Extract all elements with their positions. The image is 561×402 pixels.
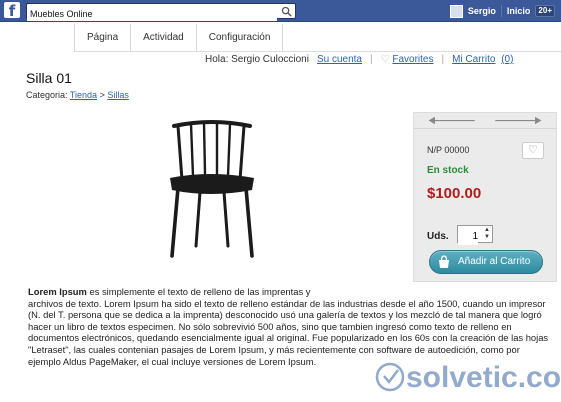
app-navigation: Página Actividad Configuración — [74, 24, 561, 52]
divider — [500, 5, 502, 17]
user-name-link[interactable]: Sergio — [468, 6, 496, 16]
watermark-text: solvetic.com — [406, 361, 560, 394]
quantity-stepper[interactable]: ▲▼ — [457, 225, 493, 245]
breadcrumb-separator: > — [99, 90, 105, 100]
favorite-heart-button[interactable]: ♡ — [522, 142, 544, 159]
category-label: Categoria: — [26, 90, 68, 100]
favorites-link[interactable]: Favorites — [392, 54, 433, 65]
image-navigation-arrows[interactable] — [414, 113, 556, 129]
breadcrumb-tienda[interactable]: Tienda — [70, 90, 97, 100]
cart-link-wrap[interactable]: Mi Carrito (0) — [452, 54, 513, 65]
shopping-bag-icon — [439, 255, 449, 268]
search-input[interactable] — [27, 7, 277, 21]
quantity-input[interactable] — [458, 228, 478, 245]
tab-actividad[interactable]: Actividad — [131, 24, 197, 51]
part-number: N/P 00000 — [427, 145, 470, 155]
tab-configuracion[interactable]: Configuración — [197, 24, 284, 51]
product-image — [170, 120, 254, 258]
divider: | — [441, 54, 445, 65]
favorites-link-wrap[interactable]: ♡ Favorites — [381, 54, 434, 65]
product-purchase-panel: N/P 00000 ♡ En stock $100.00 Uds. ▲▼ Aña… — [413, 112, 557, 282]
price: $100.00 — [427, 185, 482, 202]
heart-icon: ♡ — [528, 144, 538, 156]
quantity-label: Uds. — [427, 231, 449, 242]
avatar[interactable] — [449, 4, 463, 18]
description-lead: Lorem Ipsum — [28, 286, 87, 297]
stock-status: En stock — [427, 165, 469, 176]
home-link[interactable]: Inicio — [507, 6, 531, 16]
facebook-logo-icon[interactable]: f — [4, 2, 20, 20]
greeting-text: Hola: Sergio Culoccioni — [205, 54, 309, 65]
facebook-top-bar: f Sergio Inicio 20+ — [0, 0, 561, 22]
heart-icon: ♡ — [380, 54, 390, 65]
facebook-user-area: Sergio Inicio 20+ — [449, 4, 555, 18]
cart-count[interactable]: (0) — [501, 54, 513, 65]
product-title: Silla 01 — [26, 70, 72, 86]
breadcrumb: Categoria: Tienda > Sillas — [26, 90, 129, 100]
description-line1: es simplemente el texto de relleno de la… — [86, 286, 311, 297]
add-to-cart-label: Añadir al Carrito — [458, 256, 531, 267]
facebook-search-box[interactable] — [26, 3, 296, 21]
solvetic-watermark-logo: solvetic.com — [375, 361, 560, 394]
search-icon[interactable] — [281, 6, 292, 17]
account-link[interactable]: Su cuenta — [317, 54, 362, 65]
cart-link[interactable]: Mi Carrito — [452, 54, 495, 65]
tab-pagina[interactable]: Página — [75, 24, 132, 51]
notification-badge[interactable]: 20+ — [535, 5, 555, 17]
add-to-cart-button[interactable]: Añadir al Carrito — [429, 250, 543, 274]
breadcrumb-sillas[interactable]: Sillas — [107, 90, 129, 100]
divider: | — [370, 54, 373, 65]
user-bar: Hola: Sergio Culoccioni Su cuenta | ♡ Fa… — [205, 54, 513, 65]
stepper-arrows-icon[interactable]: ▲ ▼ — [484, 227, 490, 241]
